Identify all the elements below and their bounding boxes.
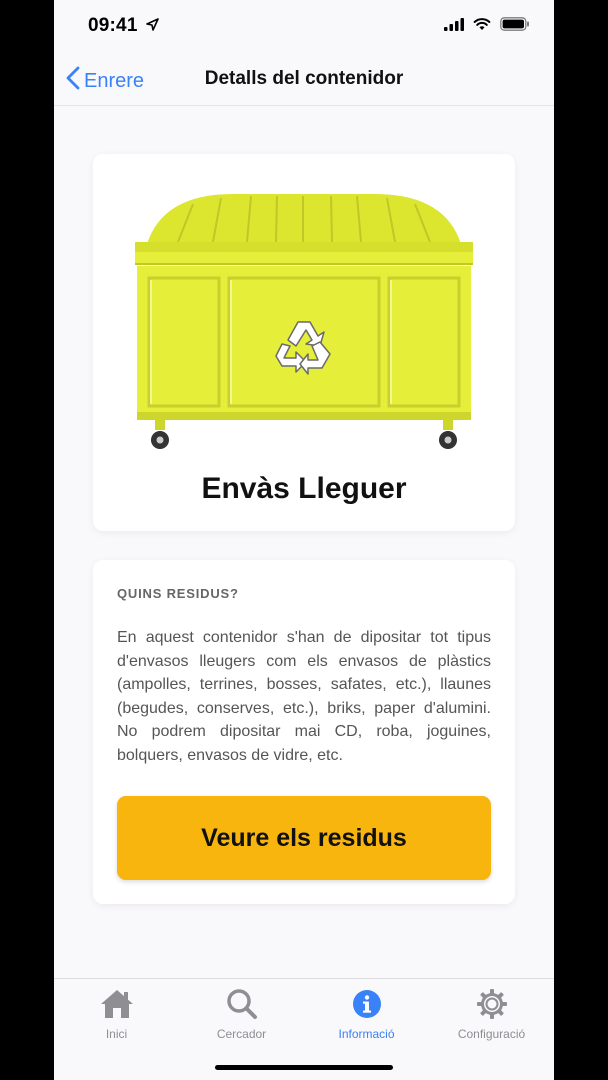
tab-cercador[interactable]: Cercador [179, 987, 304, 1041]
phone-screen: 09:41 Enrere Detalls del contenidor Envà… [54, 0, 554, 1080]
waste-info-card: QUINS RESIDUS? En aquest contenidor s'ha… [93, 560, 515, 904]
navigation-bar: Enrere Detalls del contenidor [54, 54, 554, 106]
status-bar: 09:41 [54, 0, 554, 54]
tab-label: Informació [338, 1027, 395, 1041]
signal-icon [444, 17, 464, 36]
battery-icon [500, 17, 530, 36]
home-icon [54, 987, 179, 1021]
search-icon [179, 987, 304, 1021]
view-waste-button[interactable]: Veure els residus [117, 796, 491, 880]
container-card: Envàs Lleguer [93, 154, 515, 531]
gear-icon [429, 987, 554, 1021]
status-time: 09:41 [88, 15, 138, 36]
wifi-icon [473, 17, 491, 36]
page-title: Detalls del contenidor [204, 68, 404, 89]
tab-label: Inici [105, 1027, 128, 1041]
waste-description: En aquest contenidor s'han de dipositar … [117, 629, 491, 764]
info-icon [304, 987, 429, 1021]
tab-configuracio[interactable]: Configuració [429, 987, 554, 1041]
tab-informacio[interactable]: Informació [304, 987, 429, 1041]
tab-label: Cercador [216, 1027, 267, 1041]
container-name: Envàs Lleguer [201, 472, 407, 505]
tab-inici[interactable]: Inici [54, 987, 179, 1041]
section-title: QUINS RESIDUS? [117, 586, 239, 601]
location-arrow-icon [146, 18, 159, 36]
status-icons [444, 17, 530, 36]
home-indicator [215, 1065, 393, 1070]
dumpster-illustration [135, 194, 473, 449]
tab-label: Configuració [457, 1027, 526, 1041]
